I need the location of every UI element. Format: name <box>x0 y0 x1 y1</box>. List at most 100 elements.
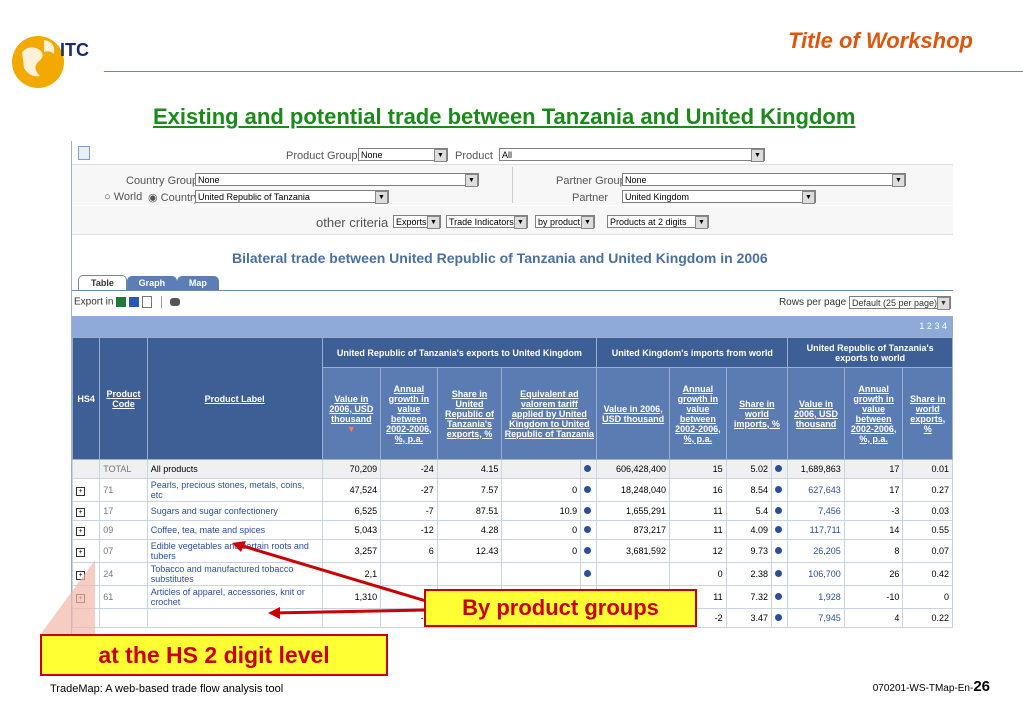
expand-cell[interactable]: + <box>72 501 101 521</box>
product-link[interactable]: Pearls, precious stones, metals, coins, … <box>151 480 305 500</box>
globe-icon[interactable] <box>584 547 592 554</box>
uk-globe-cell[interactable] <box>580 501 598 521</box>
expand-icon[interactable]: + <box>76 486 85 496</box>
world-globe-cell[interactable] <box>771 501 789 521</box>
expand-cell[interactable]: + <box>72 478 101 502</box>
product-label-header[interactable]: Product Label <box>146 337 323 460</box>
globe-icon[interactable] <box>584 526 592 533</box>
globe-icon[interactable] <box>775 507 783 514</box>
globe-icon[interactable] <box>584 465 592 472</box>
product-group-select[interactable]: None ▼ <box>358 148 448 162</box>
world-globe-cell[interactable] <box>771 539 789 563</box>
product-level-select[interactable]: Products at 2 digits ▼ <box>607 215 709 229</box>
page-1[interactable]: 1 <box>919 321 924 331</box>
excel-icon[interactable] <box>116 297 127 307</box>
w-growth-header[interactable]: Annual growth in value between 2002-2006… <box>843 367 904 460</box>
product-link[interactable]: Tobacco and manufactured tobacco substit… <box>151 564 294 584</box>
product-link[interactable]: Sugars and sugar confectionery <box>151 506 278 516</box>
tz-value-cell: 6,525 <box>321 501 382 521</box>
partner-select[interactable]: United Kingdom ▼ <box>622 190 816 204</box>
world-radio[interactable]: ○ World <box>104 191 142 203</box>
globe-icon[interactable] <box>775 593 783 600</box>
globe-icon[interactable] <box>584 486 592 493</box>
tz-value-header[interactable]: Value in 2006, USD thousand ▼ <box>321 367 382 460</box>
product-link[interactable]: Coffee, tea, mate and spices <box>151 525 265 535</box>
chevron-down-icon: ▼ <box>937 297 950 310</box>
expand-icon[interactable]: + <box>76 547 85 557</box>
uk-globe-cell[interactable] <box>580 562 598 586</box>
partner-group-label: Partner Group <box>556 175 626 187</box>
globe-icon[interactable] <box>775 614 783 621</box>
expand-cell[interactable]: + <box>72 539 101 563</box>
expand-icon[interactable]: + <box>76 526 85 536</box>
product-label-cell[interactable]: Coffee, tea, mate and spices <box>146 520 323 540</box>
product-label-cell[interactable]: Articles of apparel, accessories, knit o… <box>146 585 323 609</box>
page-icon[interactable] <box>78 146 90 160</box>
indicator-select[interactable]: Trade Indicators ▼ <box>446 215 528 229</box>
world-globe-cell[interactable] <box>771 608 789 628</box>
tz-share-header[interactable]: Share in United Republic of Tanzania's e… <box>436 367 503 460</box>
word-icon[interactable] <box>129 297 140 307</box>
product-link[interactable]: Edible vegetables and certain roots and … <box>151 541 309 561</box>
partner-group-select[interactable]: None ▼ <box>622 173 906 187</box>
expand-icon[interactable]: + <box>76 593 85 603</box>
country-radio[interactable]: ◉ Country <box>148 191 199 204</box>
product-label-cell[interactable]: Sugars and sugar confectionery <box>146 501 323 521</box>
world-globe-cell[interactable] <box>771 459 789 479</box>
text-file-icon[interactable] <box>141 296 152 308</box>
country-group-select[interactable]: None ▼ <box>195 173 479 187</box>
tab-map[interactable]: Map <box>176 276 219 291</box>
product-code-header[interactable]: Product Code <box>99 337 148 460</box>
tab-table[interactable]: Table <box>78 275 127 291</box>
product-label-cell[interactable]: Edible vegetables and certain roots and … <box>146 539 323 563</box>
country-select[interactable]: United Republic of Tanzania ▼ <box>195 190 389 204</box>
tz-growth-header[interactable]: Annual growth in value between 2002-2006… <box>380 367 438 460</box>
globe-icon[interactable] <box>775 570 783 577</box>
tab-graph[interactable]: Graph <box>126 276 178 291</box>
product-label-cell[interactable]: Pearls, precious stones, metals, coins, … <box>146 478 323 502</box>
product-link[interactable]: Articles of apparel, accessories, knit o… <box>151 587 305 607</box>
globe-icon[interactable] <box>584 507 592 514</box>
page-2-link[interactable]: 2 <box>927 321 932 331</box>
product-label-cell[interactable] <box>146 608 323 628</box>
chevron-down-icon: ▼ <box>434 149 447 162</box>
page-4-link[interactable]: 4 <box>942 321 947 331</box>
w-value-header[interactable]: Value in 2006, USD thousand <box>787 367 845 460</box>
globe-icon[interactable] <box>775 547 783 554</box>
world-globe-cell[interactable] <box>771 478 789 502</box>
expand-cell[interactable]: + <box>72 585 101 609</box>
world-globe-cell[interactable] <box>771 562 789 586</box>
uk-value-header[interactable]: Value in 2006, USD thousand <box>596 367 671 460</box>
expand-icon[interactable]: + <box>76 507 85 517</box>
w-share-cell: 0.22 <box>902 608 953 628</box>
uk-globe-cell[interactable] <box>580 459 598 479</box>
tz-share-cell: 7.57 <box>436 478 503 502</box>
tz-tariff-cell: 10.9 <box>501 501 582 521</box>
uk-growth-header[interactable]: Annual growth in value between 2002-2006… <box>669 367 727 460</box>
expand-cell[interactable]: + <box>72 562 101 586</box>
product-select[interactable]: All ▼ <box>499 148 765 162</box>
uk-globe-cell[interactable] <box>580 539 598 563</box>
expand-cell[interactable]: + <box>72 520 101 540</box>
globe-icon[interactable] <box>775 486 783 493</box>
breakdown-select[interactable]: by product ▼ <box>535 215 595 229</box>
w-growth-cell: 4 <box>843 608 904 628</box>
tz-tariff-header[interactable]: Equivalent ad valorem tariff applied by … <box>501 367 598 460</box>
uk-globe-cell[interactable] <box>580 478 598 502</box>
globe-icon[interactable] <box>775 526 783 533</box>
world-globe-cell[interactable] <box>771 520 789 540</box>
expand-cell[interactable] <box>72 608 101 628</box>
uk-share-header[interactable]: Share in world imports, % <box>725 367 789 460</box>
product-code-cell: 09 <box>99 520 148 540</box>
page-3-link[interactable]: 3 <box>934 321 939 331</box>
w-share-header[interactable]: Share in world exports, % <box>902 367 953 460</box>
world-globe-cell[interactable] <box>771 585 789 609</box>
globe-icon[interactable] <box>775 465 783 472</box>
globe-icon[interactable] <box>584 570 592 577</box>
trade-flow-select[interactable]: Exports ▼ <box>393 215 441 229</box>
expand-icon[interactable]: + <box>76 570 85 580</box>
uk-globe-cell[interactable] <box>580 520 598 540</box>
product-label-cell[interactable]: Tobacco and manufactured tobacco substit… <box>146 562 323 586</box>
rows-per-page-select[interactable]: Default (25 per page) ▼ <box>849 296 951 310</box>
binoculars-icon[interactable] <box>170 298 181 306</box>
